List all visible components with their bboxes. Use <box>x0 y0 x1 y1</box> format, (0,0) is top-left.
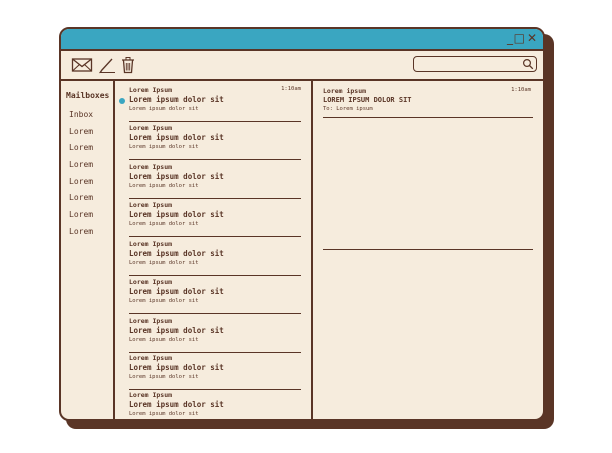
reader-header-divider <box>323 117 533 118</box>
divider <box>129 159 301 160</box>
reader-recipient: To: Lorem ipsum <box>323 106 373 112</box>
message-item[interactable]: Lorem Ipsum Lorem ipsum dolor sit Lorem … <box>115 389 305 419</box>
sidebar-item-inbox[interactable]: Inbox <box>69 110 93 119</box>
message-subject: Lorem ipsum dolor sit <box>129 95 224 104</box>
message-sender: Lorem Ipsum <box>129 86 173 94</box>
message-snippet: Lorem ipsum dolor sit <box>129 337 199 343</box>
message-snippet: Lorem ipsum dolor sit <box>129 298 199 304</box>
reader-sender: Lorem ipsum <box>323 87 367 95</box>
message-subject: Lorem ipsum dolor sit <box>129 363 224 372</box>
sidebar-item[interactable]: Lorem <box>69 177 93 186</box>
message-item[interactable]: Lorem Ipsum Lorem ipsum dolor sit Lorem … <box>115 161 305 199</box>
message-list: Lorem Ipsum 1:10am Lorem ipsum dolor sit… <box>115 81 313 419</box>
message-snippet: Lorem ipsum dolor sit <box>129 411 199 417</box>
unread-dot-icon <box>119 98 125 104</box>
envelope-icon[interactable] <box>71 56 93 74</box>
divider <box>129 236 301 237</box>
mailbox-sidebar: Mailboxes Inbox Lorem Lorem Lorem Lorem … <box>61 81 115 419</box>
message-item[interactable]: Lorem Ipsum Lorem ipsum dolor sit Lorem … <box>115 352 305 390</box>
close-button[interactable]: ✕ <box>527 31 537 45</box>
message-time: 1:10am <box>281 86 301 92</box>
message-subject: Lorem ipsum dolor sit <box>129 133 224 142</box>
title-bar: _ □ ✕ <box>61 29 543 51</box>
search-input[interactable] <box>414 62 522 77</box>
message-sender: Lorem Ipsum <box>129 278 173 286</box>
message-snippet: Lorem ipsum dolor sit <box>129 144 199 150</box>
sidebar-item[interactable]: Lorem <box>69 227 93 236</box>
reader-subject: LOREM IPSUM DOLOR SIT <box>323 96 412 104</box>
message-sender: Lorem Ipsum <box>129 240 173 248</box>
sidebar-item[interactable]: Lorem <box>69 127 93 136</box>
message-item[interactable]: Lorem Ipsum Lorem ipsum dolor sit Lorem … <box>115 199 305 237</box>
message-sender: Lorem Ipsum <box>129 124 173 132</box>
pencil-icon[interactable] <box>97 56 119 74</box>
message-subject: Lorem ipsum dolor sit <box>129 210 224 219</box>
sidebar-item[interactable]: Lorem <box>69 193 93 202</box>
message-item[interactable]: Lorem Ipsum Lorem ipsum dolor sit Lorem … <box>115 238 305 276</box>
sidebar-item[interactable]: Lorem <box>69 210 93 219</box>
message-snippet: Lorem ipsum dolor sit <box>129 374 199 380</box>
message-sender: Lorem Ipsum <box>129 163 173 171</box>
trash-icon[interactable] <box>117 56 139 74</box>
reader-body-divider <box>323 249 533 250</box>
reader-time: 1:10am <box>511 87 531 93</box>
message-sender: Lorem Ipsum <box>129 201 173 209</box>
message-item[interactable]: Lorem Ipsum Lorem ipsum dolor sit Lorem … <box>115 315 305 353</box>
message-subject: Lorem ipsum dolor sit <box>129 287 224 296</box>
message-item[interactable]: Lorem Ipsum Lorem ipsum dolor sit Lorem … <box>115 122 305 160</box>
message-subject: Lorem ipsum dolor sit <box>129 249 224 258</box>
minimize-button[interactable]: _ <box>507 31 513 45</box>
mail-window: _ □ ✕ Mailboxes Inbox Lorem Lorem Lorem … <box>59 27 545 421</box>
sidebar-title: Mailboxes <box>66 91 110 100</box>
message-snippet: Lorem ipsum dolor sit <box>129 260 199 266</box>
message-subject: Lorem ipsum dolor sit <box>129 172 224 181</box>
search-box[interactable] <box>413 56 537 77</box>
message-subject: Lorem ipsum dolor sit <box>129 400 224 409</box>
message-item[interactable]: Lorem Ipsum Lorem ipsum dolor sit Lorem … <box>115 276 305 314</box>
message-sender: Lorem Ipsum <box>129 317 173 325</box>
sidebar-item[interactable]: Lorem <box>69 143 93 152</box>
magnifier-icon[interactable] <box>522 58 534 70</box>
message-sender: Lorem Ipsum <box>129 354 173 362</box>
message-snippet: Lorem ipsum dolor sit <box>129 221 199 227</box>
message-subject: Lorem ipsum dolor sit <box>129 326 224 335</box>
message-snippet: Lorem ipsum dolor sit <box>129 106 199 112</box>
maximize-button[interactable]: □ <box>514 31 525 45</box>
message-sender: Lorem Ipsum <box>129 391 173 399</box>
toolbar <box>61 51 543 81</box>
divider <box>129 313 301 314</box>
sidebar-item[interactable]: Lorem <box>69 160 93 169</box>
reading-pane: Lorem ipsum 1:10am LOREM IPSUM DOLOR SIT… <box>313 81 543 419</box>
message-snippet: Lorem ipsum dolor sit <box>129 183 199 189</box>
message-item[interactable]: Lorem Ipsum 1:10am Lorem ipsum dolor sit… <box>115 84 305 122</box>
